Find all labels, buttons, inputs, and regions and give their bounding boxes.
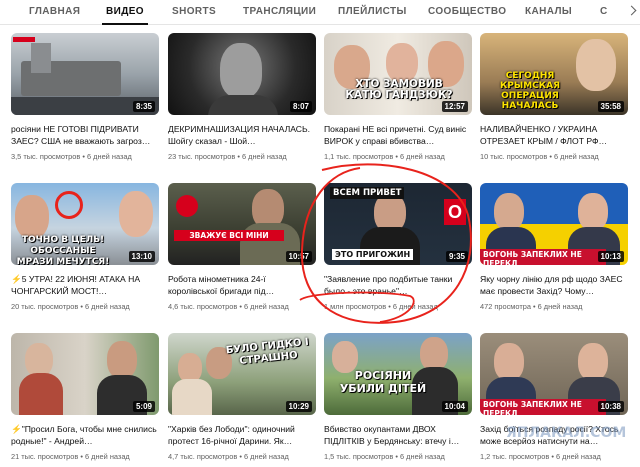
watermark: ЯПЛАКАЛ.COM [506, 425, 627, 441]
annotation-circle [299, 163, 472, 324]
